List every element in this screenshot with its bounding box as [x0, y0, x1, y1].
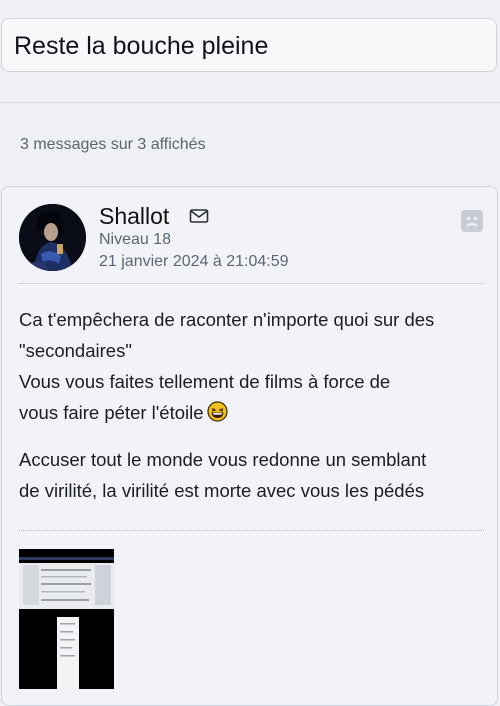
post-paragraph: Accuser tout le monde vous redonne un se… — [19, 444, 489, 506]
author-level: Niveau 18 — [99, 231, 172, 248]
post-line: vous faire péter l'étoile — [19, 402, 204, 423]
post-body: Ca t'empêchera de raconter n'importe quo… — [19, 304, 489, 522]
post-line: de virilité, la virilité est morte avec … — [19, 480, 425, 501]
topic-title-box: Reste la bouche pleine — [1, 18, 497, 72]
laughing-emoji-icon — [206, 401, 228, 422]
post-paragraph: Ca t'empêchera de raconter n'importe quo… — [19, 304, 489, 428]
screenshot-thumbnail — [19, 549, 114, 689]
report-icon[interactable] — [460, 209, 484, 233]
message-count: 3 messages sur 3 affichés — [20, 136, 206, 153]
post-line: Vous vous faites tellement de films à fo… — [19, 371, 391, 392]
author-name[interactable]: Shallot — [99, 203, 169, 230]
post-line: Ca t'empêchera de raconter n'importe quo… — [19, 309, 435, 330]
topic-title: Reste la bouche pleine — [14, 32, 269, 60]
post-card: Shallot Niveau 18 21 janvier 2024 à 21:0… — [1, 186, 498, 706]
header-separator — [0, 102, 500, 103]
mail-icon[interactable] — [189, 208, 209, 224]
post-date[interactable]: 21 janvier 2024 à 21:04:59 — [99, 253, 288, 271]
avatar-image — [19, 204, 86, 271]
post-line: Accuser tout le monde vous redonne un se… — [19, 449, 427, 470]
attached-screenshot[interactable] — [19, 549, 114, 689]
header-divider — [19, 283, 484, 284]
attachment-divider — [19, 530, 484, 531]
post-line: "secondaires" — [19, 340, 132, 361]
avatar[interactable] — [19, 204, 86, 271]
